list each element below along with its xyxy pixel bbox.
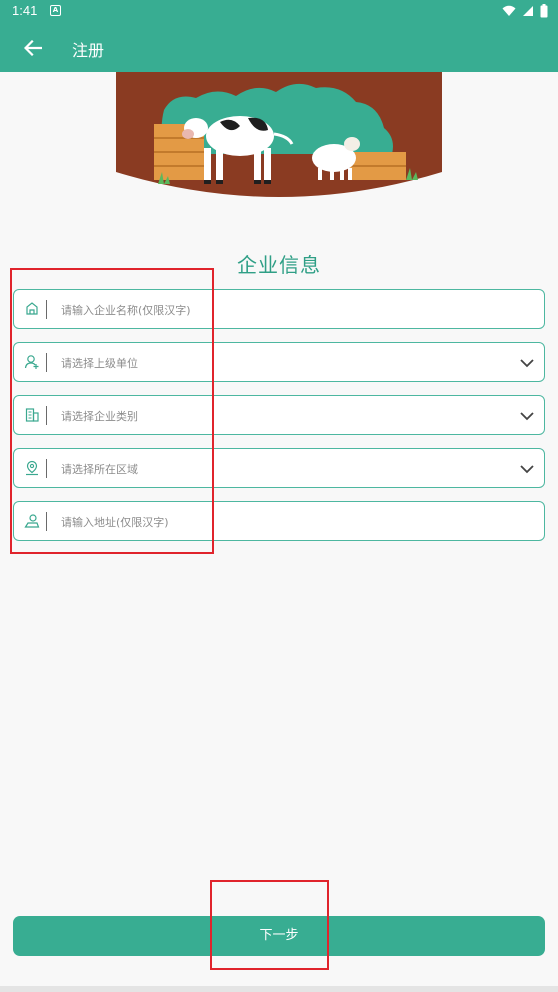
chevron-down-icon <box>520 412 534 421</box>
status-bar: 1:41 A <box>0 0 558 24</box>
region-select[interactable]: 请选择所在区域 <box>13 448 545 488</box>
page-title: 注册 <box>72 43 105 60</box>
company-name-field[interactable]: 请输入企业名称(仅限汉字) <box>13 289 545 329</box>
battery-icon <box>540 4 548 18</box>
arrow-left-icon <box>24 40 42 56</box>
signal-icon <box>523 6 533 16</box>
status-time: 1:41 <box>12 3 38 18</box>
field-divider <box>46 512 47 531</box>
notification-icon: A <box>50 5 61 16</box>
chevron-down-icon <box>520 465 534 474</box>
nav-gesture-bar <box>0 986 558 992</box>
superior-unit-select[interactable]: 请选择上级单位 <box>13 342 545 382</box>
farm-banner-image <box>116 72 442 197</box>
status-icons <box>502 4 548 18</box>
region-placeholder: 请选择所在区域 <box>61 463 138 476</box>
company-category-select[interactable]: 请选择企业类别 <box>13 395 545 435</box>
address-placeholder: 请输入地址(仅限汉字) <box>61 516 169 529</box>
field-divider <box>46 300 47 319</box>
field-divider <box>46 406 47 425</box>
form-title: 企业信息 <box>237 253 321 277</box>
location-icon <box>23 459 41 477</box>
building-icon <box>23 406 41 424</box>
app-bar: 注册 <box>0 24 558 72</box>
superior-unit-placeholder: 请选择上级单位 <box>61 357 138 370</box>
field-divider <box>46 353 47 372</box>
company-name-placeholder: 请输入企业名称(仅限汉字) <box>61 304 191 317</box>
address-field[interactable]: 请输入地址(仅限汉字) <box>13 501 545 541</box>
next-step-button[interactable]: 下一步 <box>13 916 545 956</box>
chevron-down-icon <box>520 359 534 368</box>
back-button[interactable] <box>18 34 48 62</box>
user-icon <box>23 353 41 371</box>
company-category-placeholder: 请选择企业类别 <box>61 410 138 423</box>
wifi-icon <box>502 5 516 16</box>
company-icon <box>23 300 41 318</box>
field-divider <box>46 459 47 478</box>
address-icon <box>23 512 41 530</box>
